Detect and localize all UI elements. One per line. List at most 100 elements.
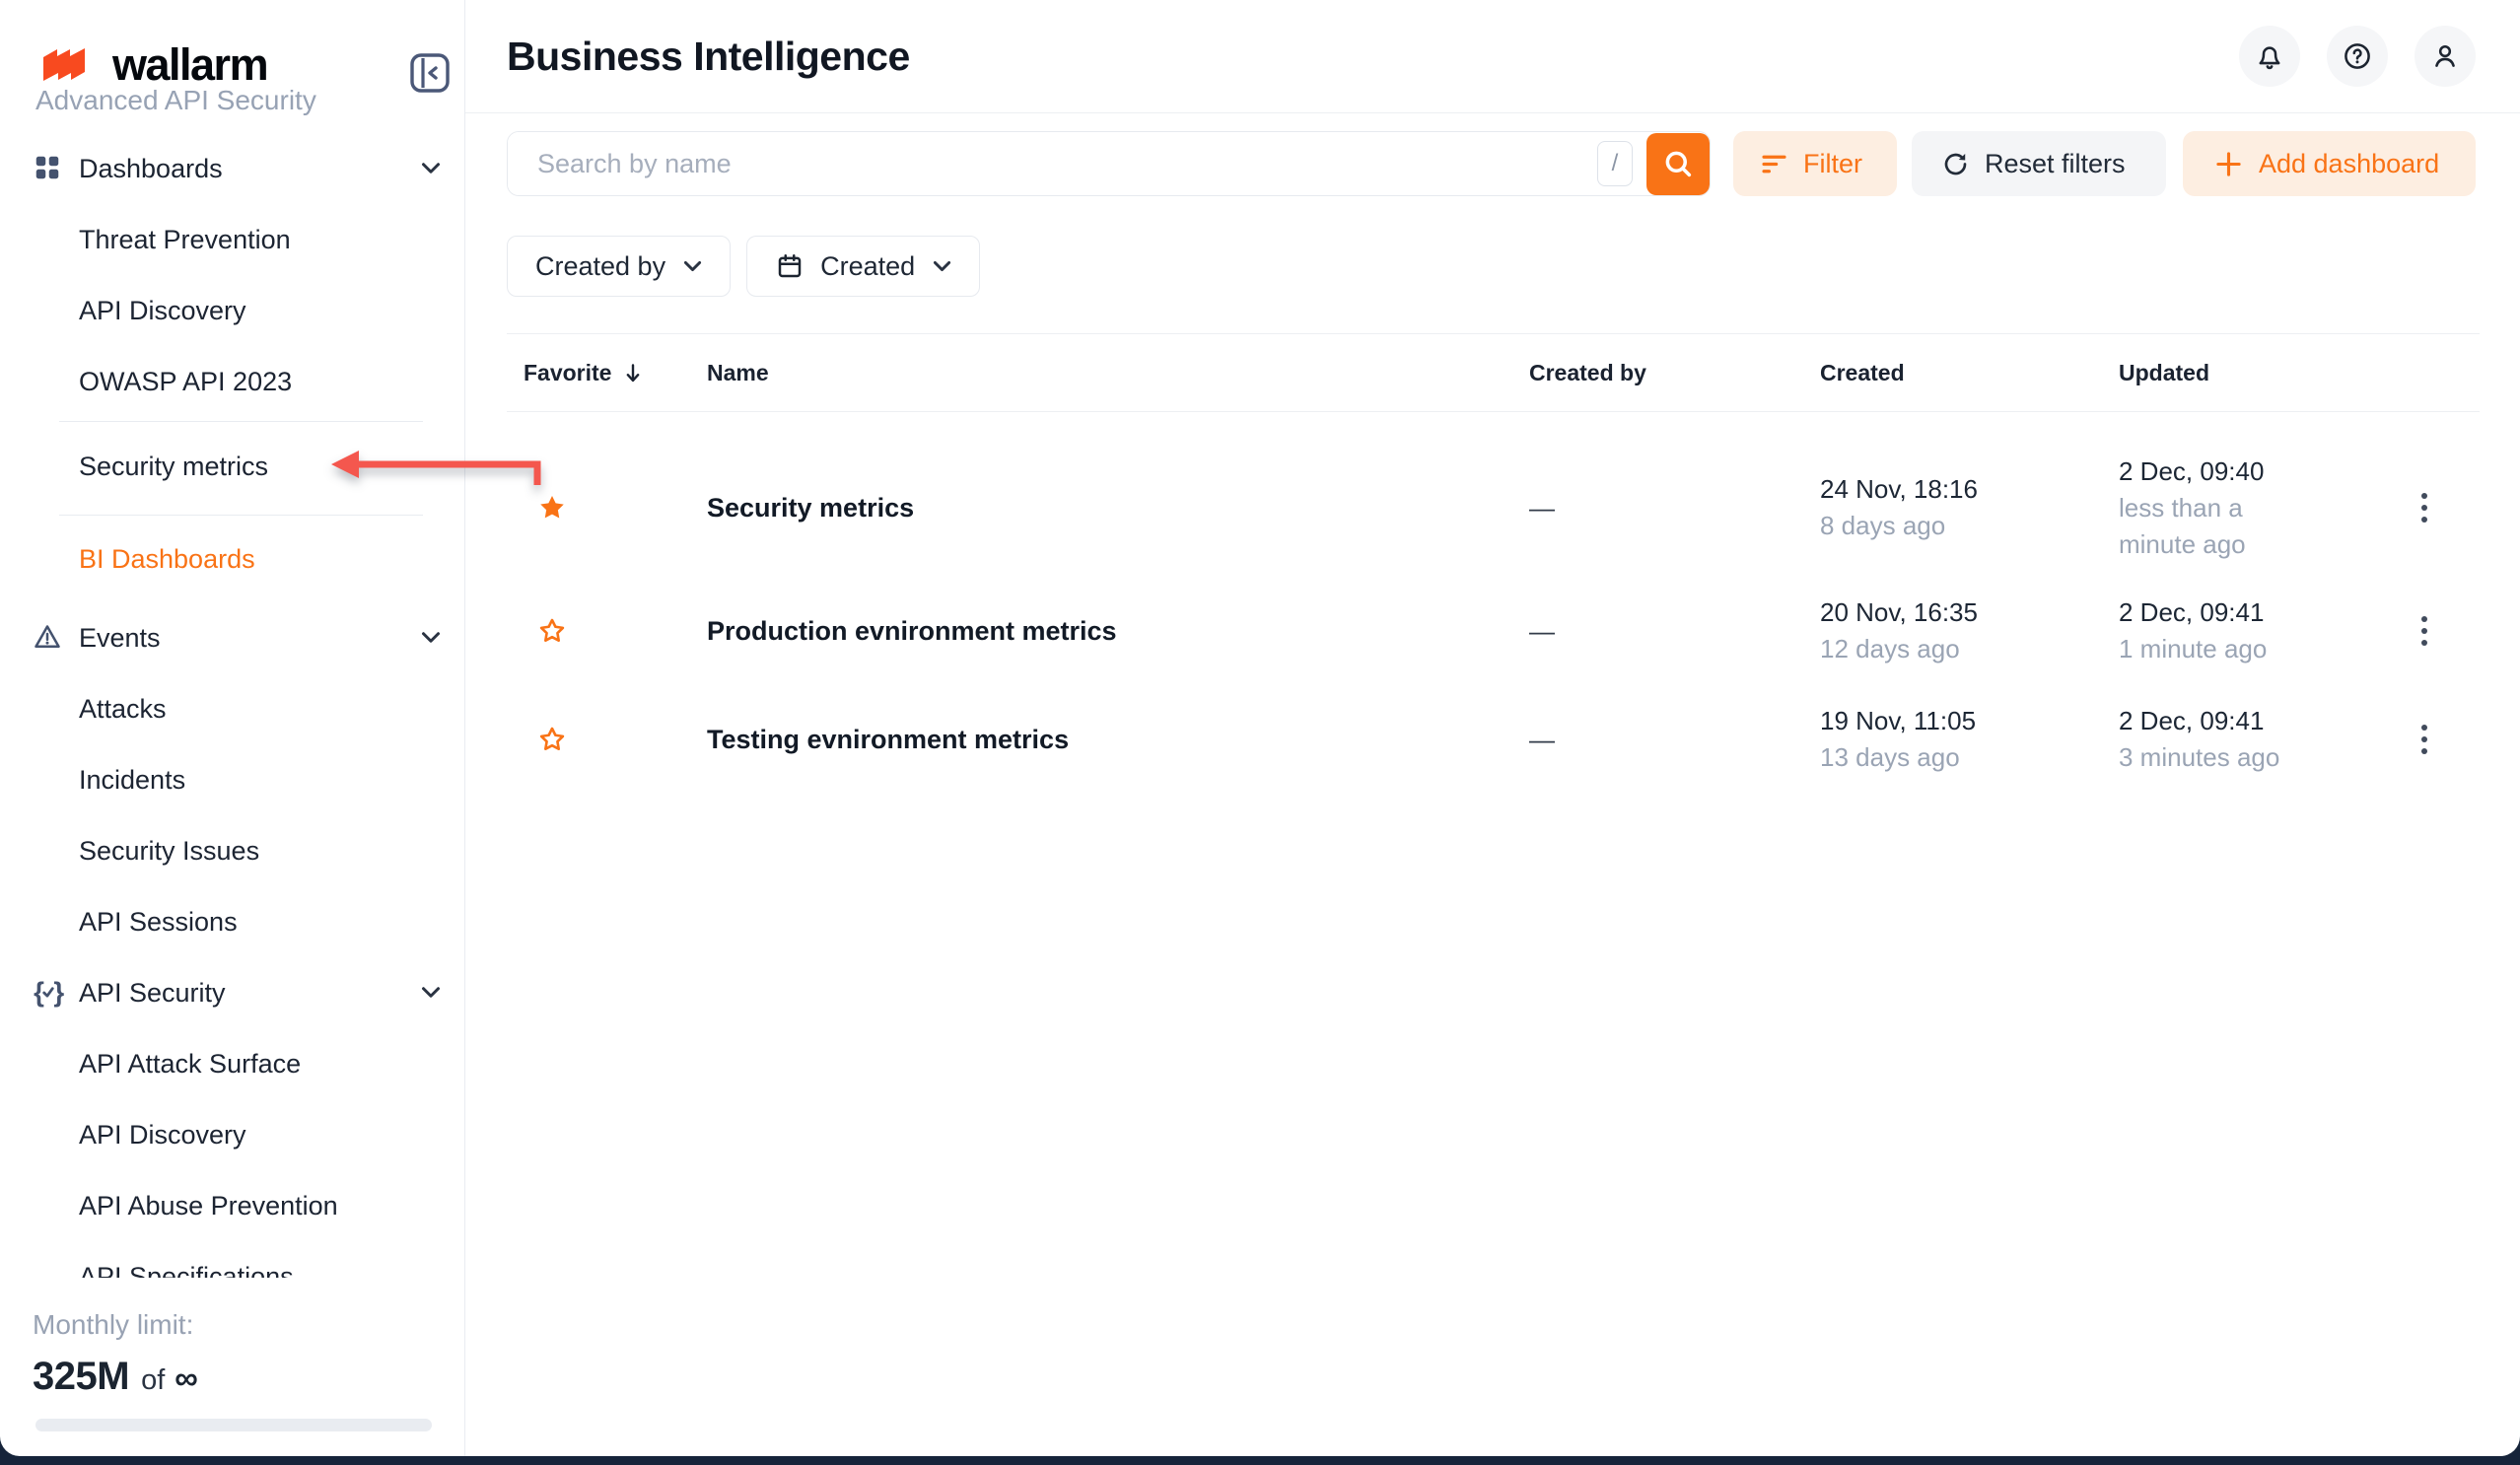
- warning-triangle-icon: [33, 622, 64, 654]
- sidebar-item-api-attack-surface[interactable]: API Attack Surface: [0, 1028, 464, 1099]
- updated-relative: less than a minute ago: [2119, 490, 2316, 563]
- reset-filters-button[interactable]: Reset filters: [1912, 131, 2166, 196]
- filter-icon: [1761, 151, 1787, 177]
- created-by-filter-dropdown[interactable]: Created by: [507, 236, 731, 297]
- svg-text:{: {: [34, 977, 44, 1008]
- chevron-down-icon: [933, 260, 951, 272]
- monthly-limit-used: 325M: [33, 1355, 129, 1399]
- created-date: 24 Nov, 18:16: [1820, 471, 2119, 508]
- created-by-filter-label: Created by: [535, 251, 665, 282]
- sidebar-item-api-abuse-prevention[interactable]: API Abuse Prevention: [0, 1170, 464, 1241]
- monthly-limit-total: ∞: [175, 1360, 198, 1397]
- sidebar-item-attacks[interactable]: Attacks: [0, 673, 464, 744]
- sidebar-item-security-issues[interactable]: Security Issues: [0, 815, 464, 886]
- created-date: 19 Nov, 11:05: [1820, 703, 2119, 739]
- search-button[interactable]: [1646, 133, 1710, 195]
- table-row-security-metrics[interactable]: Security metrics — 24 Nov, 18:16 8 days …: [507, 439, 2480, 577]
- created-relative: 12 days ago: [1820, 631, 2119, 667]
- sidebar-item-dashboards[interactable]: Dashboards: [0, 133, 464, 204]
- filter-button-label: Filter: [1803, 149, 1862, 179]
- table-body: Security metrics — 24 Nov, 18:16 8 days …: [507, 439, 2480, 794]
- plus-icon: [2214, 150, 2243, 178]
- braces-check-icon: { }: [33, 977, 64, 1009]
- created-relative: 8 days ago: [1820, 508, 2119, 544]
- table-row-testing-metrics[interactable]: Testing evnironment metrics — 19 Nov, 11…: [507, 685, 2480, 794]
- favorite-star-icon[interactable]: [537, 493, 567, 523]
- filter-button[interactable]: Filter: [1733, 131, 1897, 196]
- column-header-updated[interactable]: Updated: [2119, 360, 2408, 386]
- column-header-created[interactable]: Created: [1820, 360, 2119, 386]
- help-icon: [2342, 40, 2373, 72]
- notifications-button[interactable]: [2239, 26, 2300, 87]
- topbar-actions: [2239, 26, 2476, 87]
- monthly-limit-block: Monthly limit: 325M of ∞: [33, 1309, 433, 1431]
- created-date: 20 Nov, 16:35: [1820, 594, 2119, 631]
- updated-date: 2 Dec, 09:41: [2119, 594, 2316, 631]
- sidebar-item-api-sessions[interactable]: API Sessions: [0, 886, 464, 957]
- main-content: Business Intelligence: [465, 0, 2520, 1456]
- sidebar-item-label: Events: [79, 623, 161, 654]
- brand-tagline: Advanced API Security: [35, 85, 316, 116]
- sidebar-item-bi-dashboards[interactable]: BI Dashboards: [0, 516, 464, 602]
- sidebar-item-api-security[interactable]: { } API Security: [0, 957, 464, 1028]
- chevron-down-icon: [421, 631, 443, 645]
- search-icon: [1661, 147, 1695, 180]
- created-date-filter-label: Created: [820, 251, 915, 282]
- sidebar-item-api-discovery[interactable]: API Discovery: [0, 275, 464, 346]
- table-row-production-metrics[interactable]: Production evnironment metrics — 20 Nov,…: [507, 577, 2480, 685]
- reset-icon: [1941, 150, 1970, 178]
- user-menu-button[interactable]: [2415, 26, 2476, 87]
- dashboards-table: Favorite Name Created by Created Updated: [507, 333, 2480, 794]
- dashboard-name: Security metrics: [707, 493, 1529, 523]
- topbar: Business Intelligence: [465, 0, 2520, 113]
- kebab-menu-icon[interactable]: [2415, 610, 2433, 652]
- table-header: Favorite Name Created by Created Updated: [507, 333, 2480, 412]
- sort-down-icon: [625, 363, 641, 384]
- sidebar-item-label: API Security: [79, 978, 226, 1009]
- monthly-limit-progressbar: [35, 1419, 432, 1431]
- calendar-icon: [775, 251, 805, 281]
- help-button[interactable]: [2327, 26, 2388, 87]
- search-input[interactable]: [508, 132, 1597, 195]
- sidebar-item-api-discovery-2[interactable]: API Discovery: [0, 1099, 464, 1170]
- add-dashboard-label: Add dashboard: [2259, 149, 2439, 179]
- sidebar-nav: Dashboards Threat Prevention API Discove…: [0, 133, 464, 1278]
- updated-date: 2 Dec, 09:40: [2119, 453, 2316, 490]
- favorite-star-icon[interactable]: [537, 725, 567, 754]
- brand-logo: wallarm: [35, 39, 267, 91]
- sidebar-item-threat-prevention[interactable]: Threat Prevention: [0, 204, 464, 275]
- sidebar-item-events[interactable]: Events: [0, 602, 464, 673]
- created-relative: 13 days ago: [1820, 739, 2119, 776]
- column-header-favorite[interactable]: Favorite: [507, 360, 707, 386]
- add-dashboard-button[interactable]: Add dashboard: [2183, 131, 2476, 196]
- user-icon: [2429, 40, 2461, 72]
- created-by-value: —: [1529, 725, 1820, 755]
- grid-icon: [33, 153, 64, 184]
- created-date-filter-dropdown[interactable]: Created: [746, 236, 980, 297]
- created-by-value: —: [1529, 493, 1820, 523]
- sidebar: wallarm Advanced API Security: [0, 0, 465, 1456]
- kebab-menu-icon[interactable]: [2415, 719, 2433, 760]
- sidebar-item-api-specifications[interactable]: API Specifications: [0, 1241, 464, 1278]
- updated-relative: 1 minute ago: [2119, 631, 2316, 667]
- svg-text:}: }: [53, 977, 64, 1008]
- collapse-sidebar-icon[interactable]: [408, 51, 452, 95]
- column-header-name[interactable]: Name: [707, 360, 1529, 386]
- sidebar-item-owasp-api-2023[interactable]: OWASP API 2023: [0, 346, 464, 417]
- filter-chips: Created by Created: [507, 236, 2520, 297]
- favorite-star-icon[interactable]: [537, 616, 567, 646]
- column-header-created-by[interactable]: Created by: [1529, 360, 1820, 386]
- chevron-down-icon: [421, 986, 443, 1000]
- sidebar-item-incidents[interactable]: Incidents: [0, 744, 464, 815]
- bell-icon: [2254, 40, 2285, 72]
- brand-name: wallarm: [112, 39, 267, 91]
- wallarm-logo-icon: [35, 46, 101, 84]
- dashboard-name: Testing evnironment metrics: [707, 725, 1529, 755]
- slash-shortcut-key: /: [1597, 141, 1633, 186]
- sidebar-item-label: Dashboards: [79, 154, 223, 184]
- updated-relative: 3 minutes ago: [2119, 739, 2316, 776]
- app-window: wallarm Advanced API Security: [0, 0, 2520, 1456]
- sidebar-item-security-metrics[interactable]: Security metrics: [0, 422, 464, 511]
- kebab-menu-icon[interactable]: [2415, 487, 2433, 528]
- search-box: /: [507, 131, 1711, 196]
